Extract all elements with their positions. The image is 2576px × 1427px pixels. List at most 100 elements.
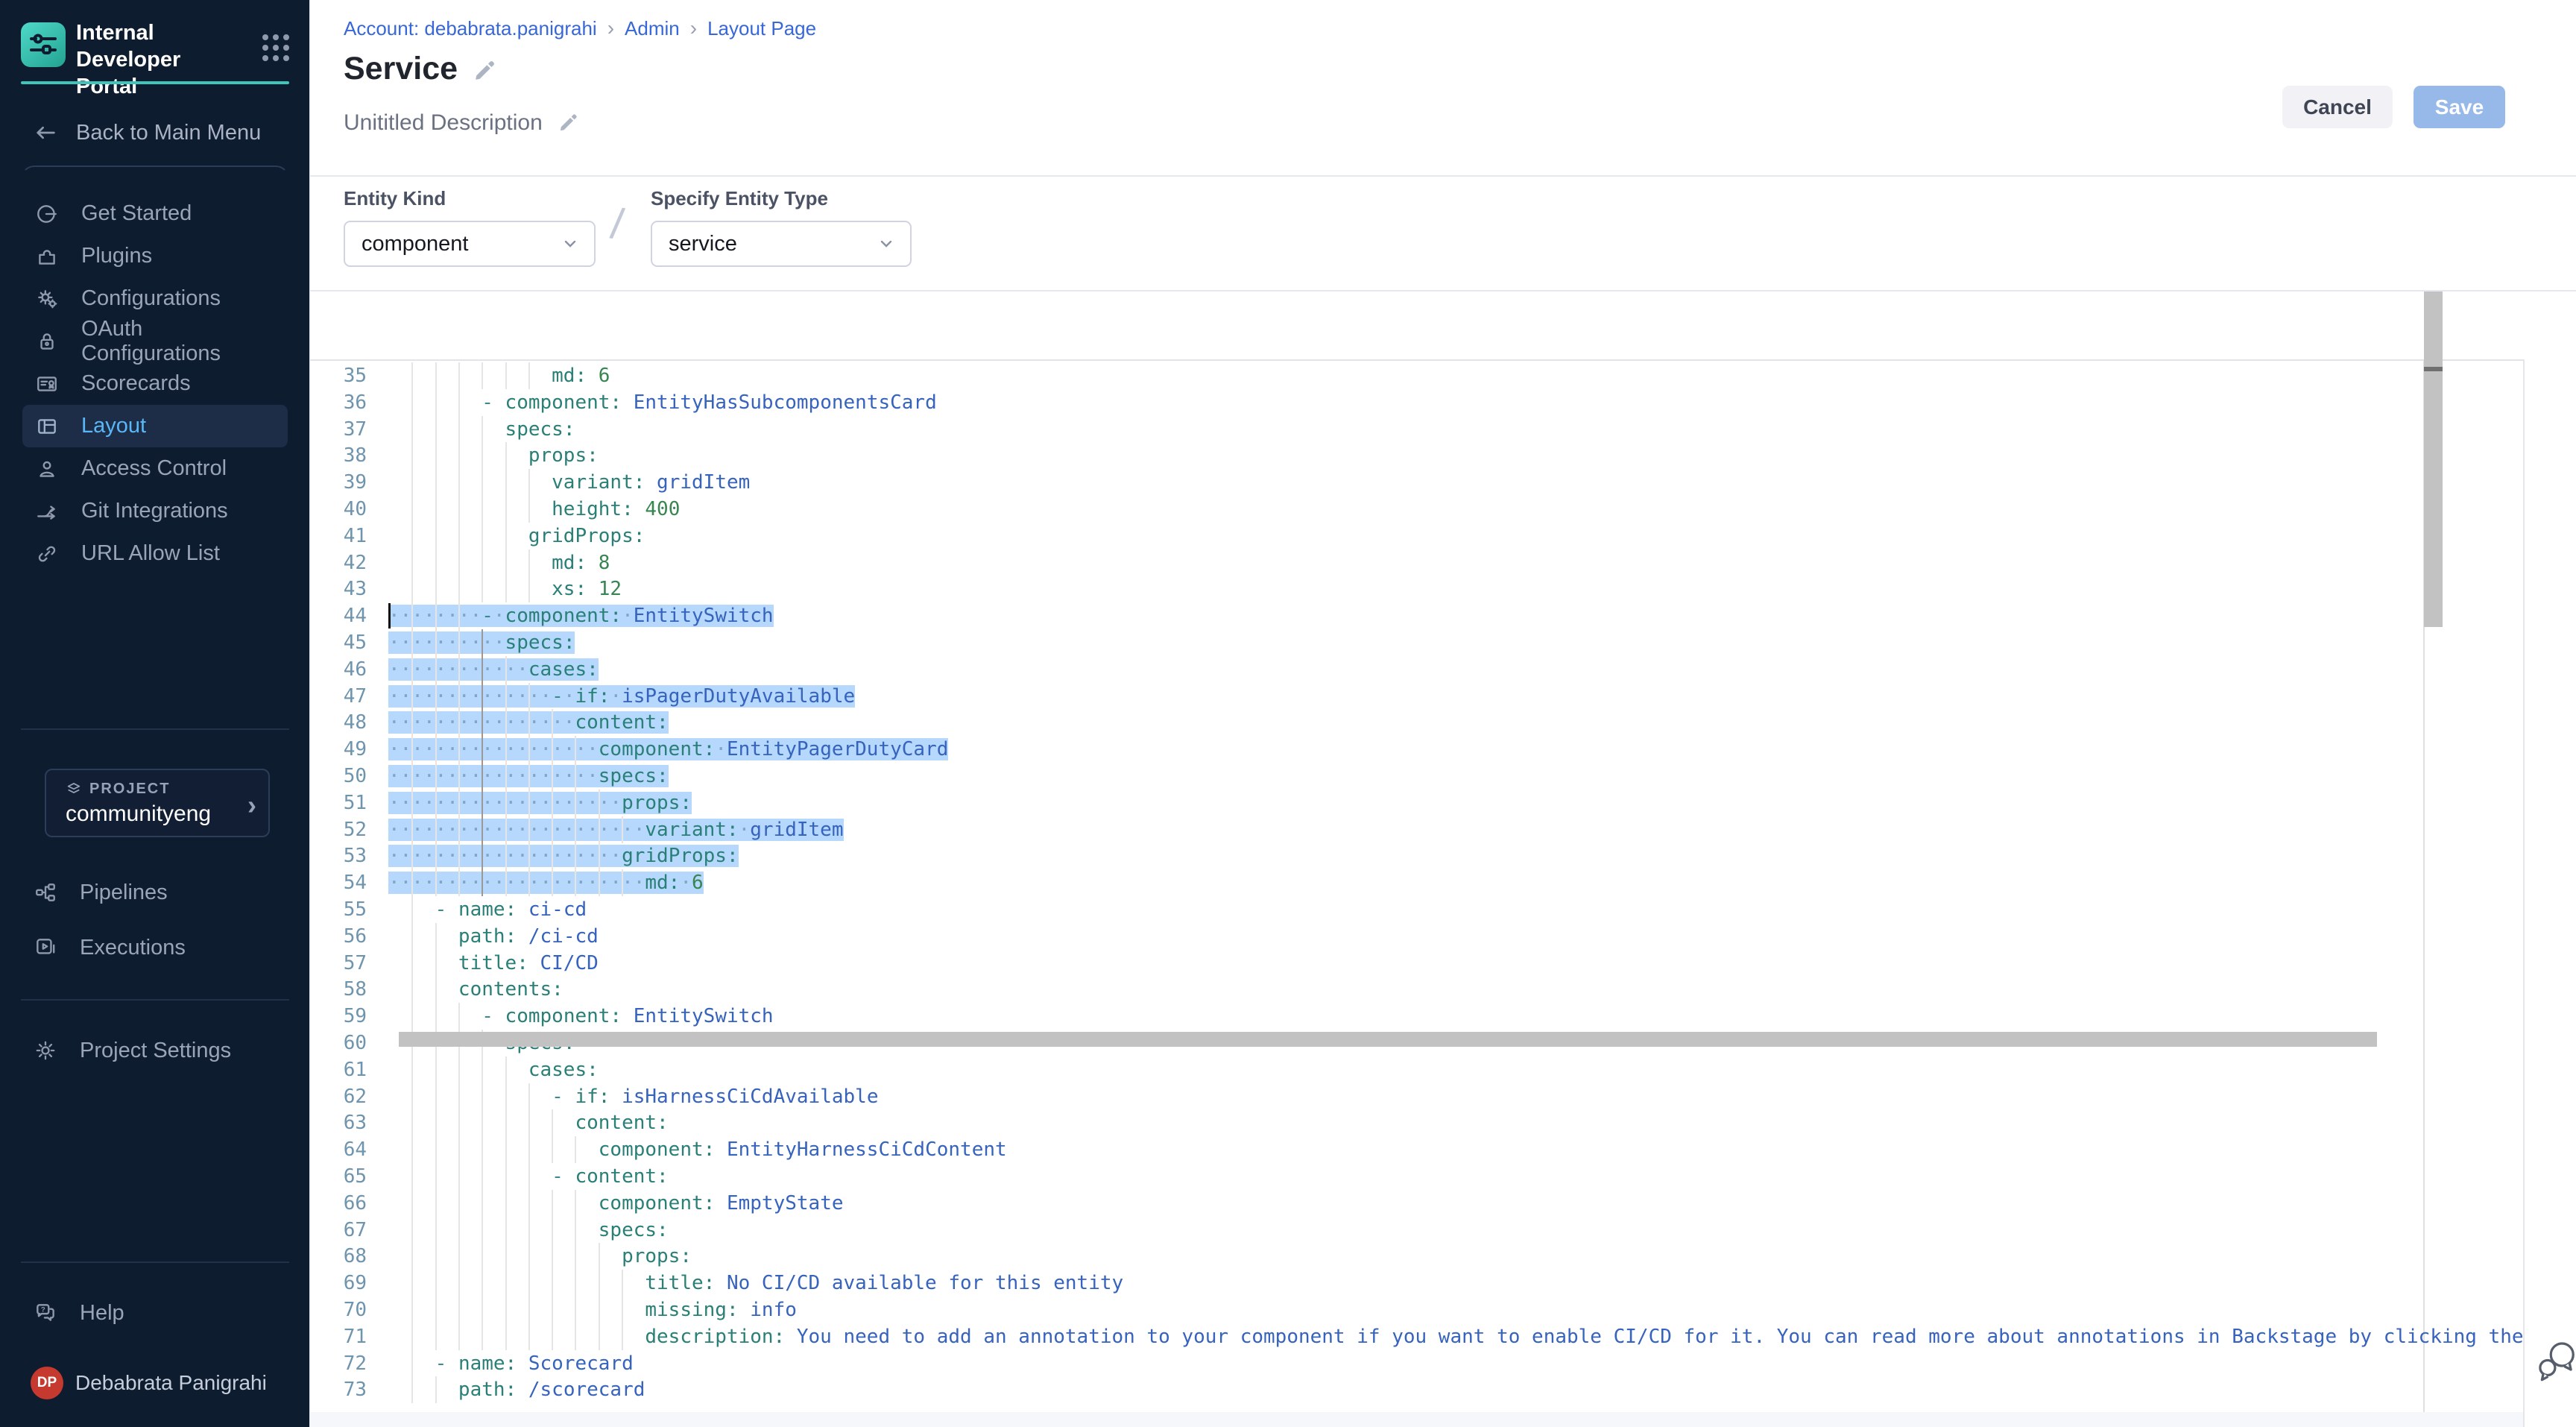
code-line[interactable]: 35 md: 6 (310, 362, 2523, 389)
code-line[interactable]: 72 - name: Scorecard (310, 1350, 2523, 1377)
code-line[interactable]: 46············cases: (310, 656, 2523, 683)
line-number: 52 (310, 816, 367, 843)
code-line[interactable]: 56 path: /ci-cd (310, 923, 2523, 950)
app-title: Internal Developer Portal (76, 19, 240, 100)
code-line[interactable]: 63 content: (310, 1109, 2523, 1136)
sidebar-item-pipelines[interactable]: Pipelines (21, 865, 289, 920)
scrollbar-selection-mark (2424, 367, 2443, 371)
sidebar-item-access-control[interactable]: Access Control (22, 447, 288, 490)
text-cursor (388, 603, 391, 629)
code-line[interactable]: 61 cases: (310, 1056, 2523, 1083)
settings-nav: Project Settings (21, 1023, 289, 1078)
code-line[interactable]: 38 props: (310, 442, 2523, 469)
code-line[interactable]: 69 title: No CI/CD available for this en… (310, 1270, 2523, 1297)
divider (21, 1261, 289, 1263)
code-line[interactable]: 57 title: CI/CD (310, 950, 2523, 977)
sidebar-item-oauth-configurations[interactable]: OAuth Configurations (22, 320, 288, 362)
harness-idp-logo[interactable] (21, 22, 66, 67)
yaml-editor[interactable]: 35 md: 636 - component: EntityHasSubcomp… (310, 359, 2523, 1412)
code-line[interactable]: 39 variant: gridItem (310, 469, 2523, 496)
line-number: 48 (310, 709, 367, 736)
breadcrumb-item[interactable]: Account: debabrata.panigrahi (344, 17, 597, 40)
editor-horizontal-scrollbar[interactable] (399, 1032, 2377, 1047)
save-button[interactable]: Save (2414, 86, 2505, 128)
line-number: 56 (310, 923, 367, 950)
code-line[interactable]: 62 - if: isHarnessCiCdAvailable (310, 1083, 2523, 1110)
line-number: 61 (310, 1056, 367, 1083)
breadcrumb-item[interactable]: Admin (625, 17, 680, 40)
code-line[interactable]: 50··················specs: (310, 763, 2523, 790)
code-line[interactable]: 65 - content: (310, 1163, 2523, 1190)
back-to-main-menu[interactable]: Back to Main Menu (21, 112, 289, 154)
code-line[interactable]: 67 specs: (310, 1217, 2523, 1244)
sidebar-item-executions[interactable]: Executions (21, 920, 289, 975)
sidebar-item-layout[interactable]: Layout (22, 405, 288, 447)
code-line[interactable]: 49··················component:·EntityPag… (310, 736, 2523, 763)
sidebar-item-git-integrations[interactable]: Git Integrations (22, 490, 288, 532)
code-line[interactable]: 68 props: (310, 1243, 2523, 1270)
sidebar-item-url-allow-list[interactable]: URL Allow List (22, 532, 288, 575)
code-line[interactable]: 36 - component: EntityHasSubcomponentsCa… (310, 389, 2523, 416)
sidebar-header: Internal Developer Portal (21, 19, 289, 100)
line-number: 73 (310, 1376, 367, 1403)
code-line[interactable]: 66 component: EmptyState (310, 1190, 2523, 1217)
settings-icon (34, 1039, 57, 1062)
project-name: communityeng (66, 801, 255, 827)
code-line[interactable]: 58 contents: (310, 976, 2523, 1003)
code-line[interactable]: 55 - name: ci-cd (310, 896, 2523, 923)
access-icon (35, 457, 59, 481)
chevron-down-icon (876, 233, 897, 254)
code-line[interactable]: 41 gridProps: (310, 523, 2523, 549)
code-line[interactable]: 48················content: (310, 709, 2523, 736)
line-number: 66 (310, 1190, 367, 1217)
code-line[interactable]: 44········-·component:·EntitySwitch (310, 602, 2523, 629)
line-number: 65 (310, 1163, 367, 1190)
code-line[interactable]: 45··········specs: (310, 629, 2523, 656)
page-title: Service (344, 51, 458, 87)
code-line[interactable]: 71 description: You need to add an annot… (310, 1323, 2523, 1350)
support-chat-icon[interactable] (2535, 1338, 2576, 1386)
code-line[interactable]: 42 md: 8 (310, 549, 2523, 576)
entity-kind-select[interactable]: component (344, 221, 596, 267)
sidebar-item-scorecards[interactable]: Scorecards (22, 362, 288, 405)
code-line[interactable]: 64 component: EntityHarnessCiCdContent (310, 1136, 2523, 1163)
code-line[interactable]: 51····················props: (310, 790, 2523, 816)
chevron-right-icon: › (247, 790, 256, 821)
chevron-down-icon (560, 233, 581, 254)
edit-description-pencil-icon[interactable] (559, 111, 583, 135)
line-number: 45 (310, 629, 367, 656)
entity-type-select[interactable]: service (651, 221, 912, 267)
code-line[interactable]: 37 specs: (310, 416, 2523, 443)
cancel-button[interactable]: Cancel (2282, 86, 2393, 128)
scorecards-icon (35, 372, 59, 396)
project-selector[interactable]: PROJECT communityeng › (45, 769, 270, 837)
code-line[interactable]: 53····················gridProps: (310, 842, 2523, 869)
sidebar-item-project-settings[interactable]: Project Settings (21, 1023, 289, 1078)
sidebar-item-get-started[interactable]: Get Started (22, 192, 288, 235)
sidebar-item-help[interactable]: ?Help (21, 1285, 289, 1341)
editor-right-border (2523, 359, 2525, 1427)
code-line[interactable]: 59 - component: EntitySwitch (310, 1003, 2523, 1030)
code-line[interactable]: 54······················md:·6 (310, 869, 2523, 896)
divider (21, 728, 289, 730)
line-number: 58 (310, 976, 367, 1003)
edit-title-pencil-icon[interactable] (474, 57, 498, 81)
editor-vertical-scrollbar[interactable] (2424, 292, 2443, 627)
breadcrumb-item[interactable]: Layout Page (707, 17, 816, 40)
code-line[interactable]: 43 xs: 12 (310, 576, 2523, 602)
code-line[interactable]: 47··············-·if:·isPagerDutyAvailab… (310, 683, 2523, 710)
app-grid-icon[interactable] (262, 34, 289, 61)
get-started-icon (35, 202, 59, 226)
user-menu[interactable]: DP Debabrata Panigrahi (21, 1358, 289, 1408)
code-line[interactable]: 52······················variant:·gridIte… (310, 816, 2523, 843)
sidebar-item-plugins[interactable]: Plugins (22, 235, 288, 277)
sidebar-item-configurations[interactable]: Configurations (22, 277, 288, 320)
code-line[interactable]: 70 missing: info (310, 1297, 2523, 1323)
project-label: PROJECT (89, 781, 170, 798)
code-line[interactable]: 40 height: 400 (310, 496, 2523, 523)
code-line[interactable]: 73 path: /scorecard (310, 1376, 2523, 1403)
plugins-icon (35, 245, 59, 268)
line-number: 37 (310, 416, 367, 443)
entity-type-value: service (669, 232, 876, 256)
entity-kind-label: Entity Kind (344, 187, 596, 210)
